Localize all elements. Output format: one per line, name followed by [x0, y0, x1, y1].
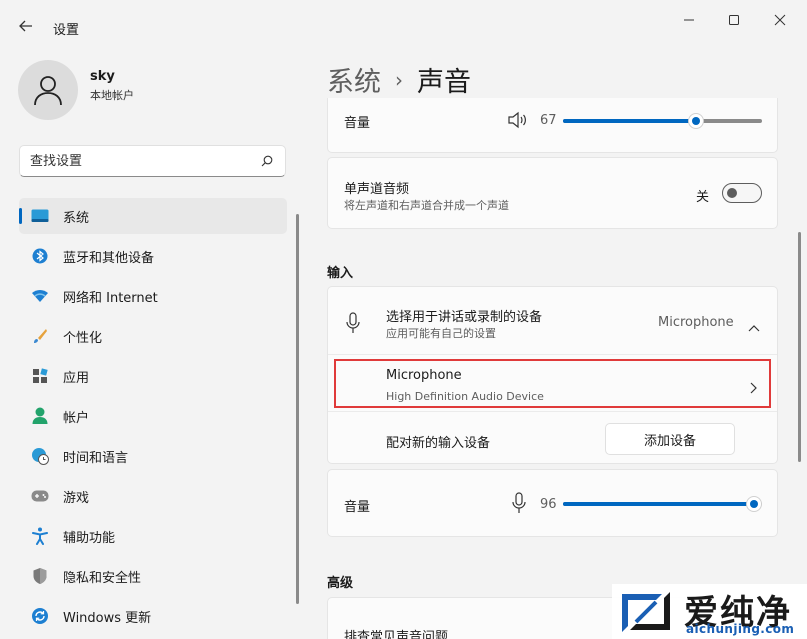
account-icon [31, 407, 49, 425]
mono-audio-state: 关 [696, 190, 710, 205]
sidebar-item-label: 帐户 [63, 410, 90, 426]
breadcrumb: 系统 › 声音 [327, 60, 471, 99]
search-input[interactable] [30, 153, 259, 169]
watermark-logo-icon [618, 588, 674, 636]
sidebar-item-label: 个性化 [63, 330, 103, 346]
main-scrollbar[interactable] [798, 232, 801, 462]
sidebar-item-bluetooth[interactable]: 蓝牙和其他设备 [19, 238, 287, 274]
brush-icon [31, 327, 49, 345]
section-title-advanced: 高级 [327, 576, 354, 591]
avatar [18, 60, 78, 120]
page-title: 声音 [417, 67, 471, 98]
sidebar-item-label: 时间和语言 [63, 450, 129, 466]
input-volume-slider[interactable] [563, 496, 762, 512]
pair-input-label: 配对新的输入设备 [386, 436, 491, 451]
mono-audio-toggle[interactable] [722, 183, 762, 203]
input-selected-device[interactable]: Microphone [658, 315, 734, 330]
divider [328, 411, 777, 412]
mono-audio-subtitle: 将左声道和右声道合并成一个声道 [344, 199, 509, 212]
user-name: sky [90, 69, 115, 84]
sidebar-item-label: 蓝牙和其他设备 [63, 250, 155, 266]
input-select-title: 选择用于讲话或录制的设备 [386, 310, 543, 325]
sidebar-item-label: 游戏 [63, 490, 90, 506]
output-volume-fill [563, 119, 696, 123]
sidebar-item-gaming[interactable]: 游戏 [19, 478, 287, 514]
input-select-subtitle: 应用可能有自己的设置 [386, 327, 496, 340]
sidebar-item-windows-update[interactable]: Windows 更新 [19, 598, 287, 634]
wifi-icon [31, 287, 49, 305]
person-icon [34, 76, 62, 106]
output-volume-card: 音量 67 [327, 98, 778, 153]
sidebar-item-time-language[interactable]: 时间和语言 [19, 438, 287, 474]
search-icon[interactable] [259, 153, 275, 169]
search-box[interactable] [19, 145, 286, 177]
input-volume-fill [563, 502, 754, 506]
update-icon [31, 607, 49, 625]
mono-audio-title: 单声道音频 [344, 182, 410, 197]
gamepad-icon [31, 487, 49, 505]
troubleshoot-label: 排查常见声音问题 [344, 630, 449, 639]
maximize-button[interactable] [719, 10, 749, 30]
mono-audio-card: 单声道音频 将左声道和右声道合并成一个声道 关 [327, 157, 778, 229]
output-volume-value: 67 [540, 113, 557, 128]
output-volume-label: 音量 [344, 116, 371, 131]
sidebar-item-accounts[interactable]: 帐户 [19, 398, 287, 434]
apps-icon [31, 367, 49, 385]
sidebar-item-label: 网络和 Internet [63, 290, 158, 306]
clock-globe-icon [31, 447, 49, 465]
sidebar-item-label: 隐私和安全性 [63, 570, 142, 586]
section-title-input: 输入 [327, 266, 354, 281]
shield-icon [31, 567, 49, 585]
input-volume-label: 音量 [344, 500, 371, 515]
app-title: 设置 [53, 23, 80, 38]
close-button[interactable] [765, 10, 795, 30]
microphone-volume-icon[interactable] [512, 492, 526, 518]
breadcrumb-parent[interactable]: 系统 [327, 60, 381, 99]
input-volume-card: 音量 96 [327, 469, 778, 537]
watermark-url: aichunjing.com [686, 622, 795, 636]
account-type: 本地帐户 [90, 89, 134, 102]
microphone-icon [346, 312, 360, 338]
chevron-up-icon[interactable] [748, 317, 760, 336]
output-volume-slider[interactable] [563, 113, 762, 129]
system-icon [31, 207, 49, 225]
minimize-button[interactable] [674, 10, 704, 30]
user-profile[interactable]: sky 本地帐户 [18, 60, 134, 120]
add-device-button[interactable]: 添加设备 [605, 423, 735, 455]
input-volume-thumb[interactable] [746, 496, 762, 512]
breadcrumb-separator: › [395, 67, 403, 92]
title-bar: 设置 [0, 0, 807, 44]
sidebar-scrollbar[interactable] [296, 214, 299, 604]
output-volume-thumb[interactable] [688, 113, 704, 129]
sidebar-item-label: Windows 更新 [63, 610, 152, 626]
back-arrow-icon[interactable] [14, 14, 38, 38]
sidebar-item-accessibility[interactable]: 辅助功能 [19, 518, 287, 554]
highlight-box [334, 359, 771, 408]
sidebar-item-label: 系统 [63, 210, 90, 226]
speaker-icon[interactable] [507, 111, 529, 133]
sidebar-item-network[interactable]: 网络和 Internet [19, 278, 287, 314]
sidebar-item-label: 应用 [63, 370, 90, 386]
sidebar-item-apps[interactable]: 应用 [19, 358, 287, 394]
accessibility-icon [31, 527, 49, 545]
sidebar-item-system[interactable]: 系统 [19, 198, 287, 234]
input-volume-value: 96 [540, 497, 557, 512]
sidebar-item-label: 辅助功能 [63, 530, 116, 546]
sidebar-item-personalization[interactable]: 个性化 [19, 318, 287, 354]
sidebar-nav: 系统 蓝牙和其他设备 网络和 Internet 个性化 应用 帐户 时间和语言 … [19, 198, 287, 638]
sidebar-item-privacy[interactable]: 隐私和安全性 [19, 558, 287, 594]
bluetooth-icon [31, 247, 49, 265]
watermark: 爱纯净 aichunjing.com [612, 584, 807, 639]
